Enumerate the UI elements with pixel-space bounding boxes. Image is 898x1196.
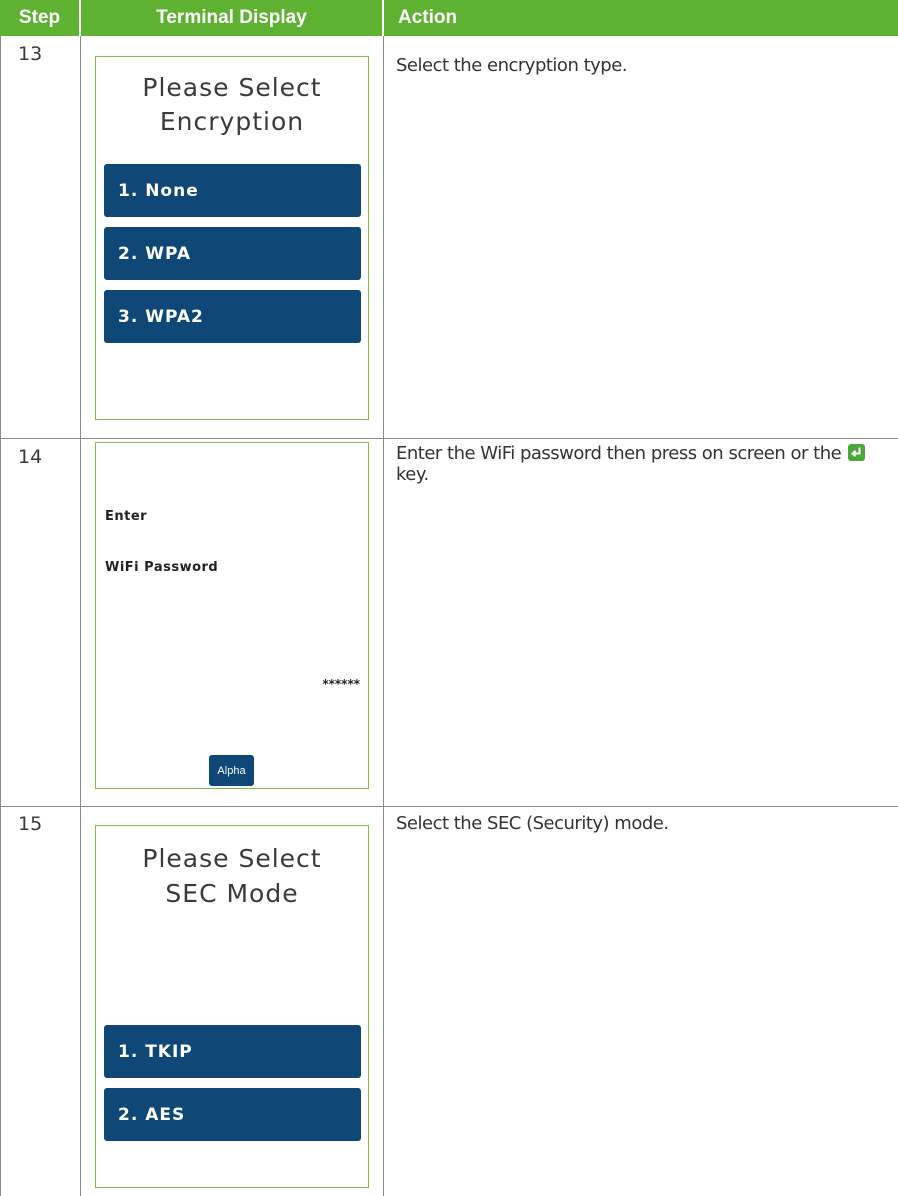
grid-line xyxy=(0,36,1,1196)
enter-key-icon xyxy=(848,444,866,461)
screen-title-line2: SEC Mode xyxy=(165,879,299,908)
step-number: 13 xyxy=(18,43,43,65)
terminal-screen-encryption: Please Select Encryption 1. None 2. WPA … xyxy=(95,56,369,420)
header-action: Action xyxy=(384,0,898,36)
screen-title-line2: Encryption xyxy=(159,107,305,136)
action-text: Select the SEC (Security) mode. xyxy=(396,813,669,834)
option-wpa-button[interactable]: 2. WPA xyxy=(104,227,361,280)
terminal-screen-password: Enter WiFi Password ****** Alpha xyxy=(95,442,369,789)
prompt-line2: WiFi Password xyxy=(105,560,219,575)
header-terminal-display: Terminal Display xyxy=(81,0,382,36)
screen-title-line1: Please Select xyxy=(142,844,322,873)
terminal-screen-sec-mode: Please Select SEC Mode 1. TKIP 2. AES xyxy=(95,825,369,1188)
prompt-line1: Enter xyxy=(105,509,148,524)
option-aes-button[interactable]: 2. AES xyxy=(104,1088,361,1141)
action-text: Select the encryption type. xyxy=(396,55,628,76)
screen-title-line1: Please Select xyxy=(142,73,322,102)
option-wpa2-button[interactable]: 3. WPA2 xyxy=(104,290,361,343)
password-field[interactable]: ****** xyxy=(322,677,360,691)
alpha-button[interactable]: Alpha xyxy=(209,755,254,786)
row-divider xyxy=(0,438,898,439)
option-none-button[interactable]: 1. None xyxy=(104,164,361,217)
instruction-table: Step Terminal Display Action 13 Please S… xyxy=(0,0,898,1196)
row-divider xyxy=(0,806,898,807)
grid-line xyxy=(80,36,81,1196)
step-number: 14 xyxy=(18,446,43,468)
action-text-after: key. xyxy=(396,464,429,485)
action-text: Enter the WiFi password then press on sc… xyxy=(396,443,876,485)
grid-line xyxy=(383,36,384,1196)
step-number: 15 xyxy=(18,813,43,835)
header-step: Step xyxy=(0,0,79,36)
option-tkip-button[interactable]: 1. TKIP xyxy=(104,1025,361,1078)
action-text-before: Enter the WiFi password then press on sc… xyxy=(396,443,842,464)
